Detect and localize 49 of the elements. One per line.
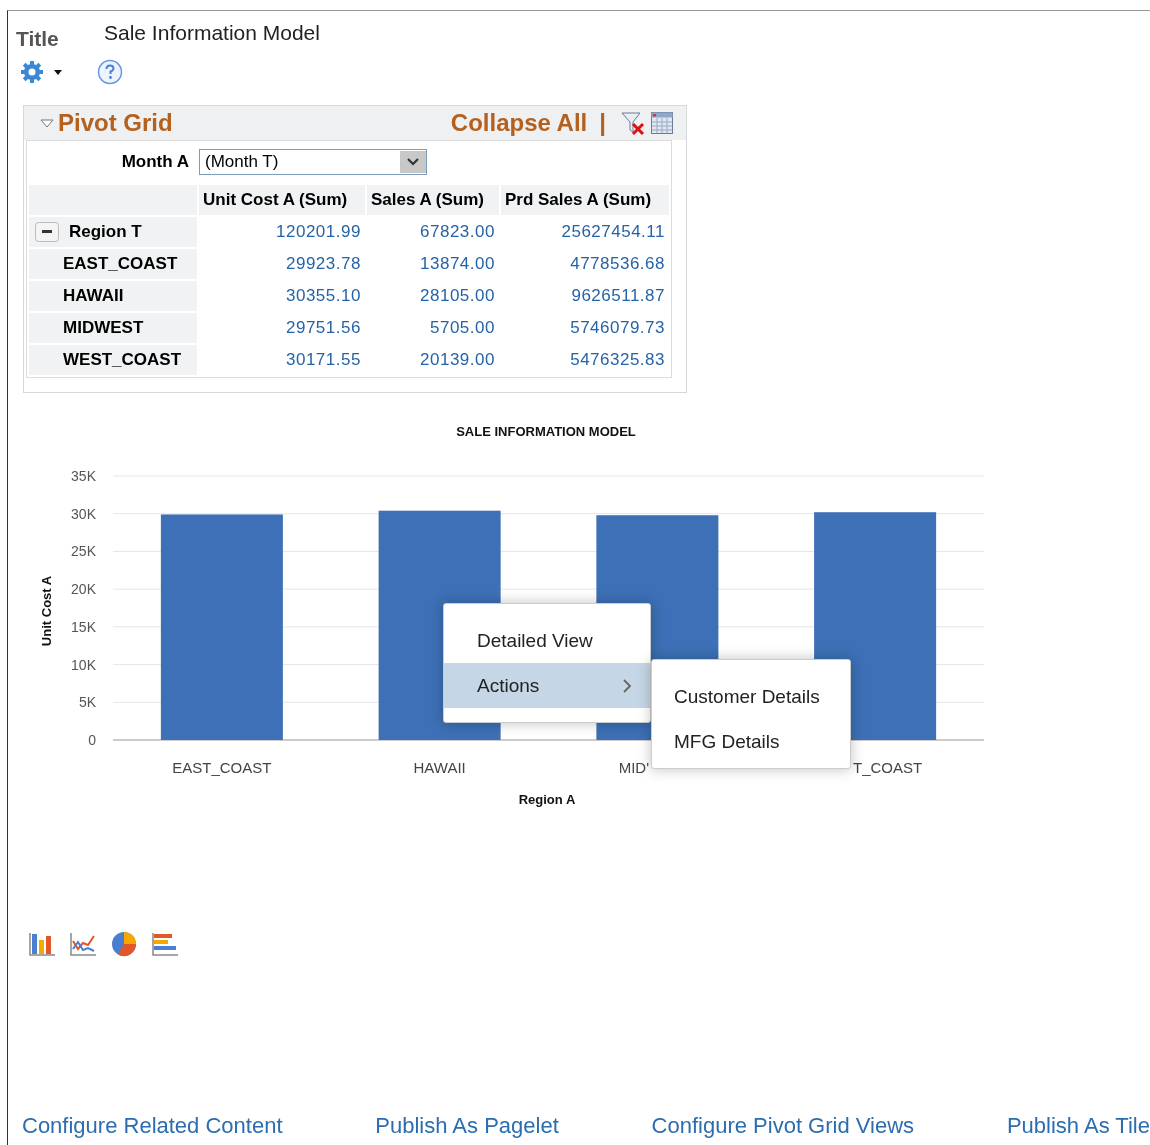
footer-link[interactable]: Publish As Pagelet xyxy=(375,1113,559,1139)
settings-icon[interactable] xyxy=(20,60,62,84)
x-tick-label: HAWAII xyxy=(413,759,466,776)
grid-icon[interactable] xyxy=(650,111,674,135)
bar-chart-icon[interactable] xyxy=(28,931,56,957)
y-tick-label: 15K xyxy=(71,618,96,635)
line-chart-icon[interactable] xyxy=(69,931,97,957)
month-dropdown[interactable]: (Month T) xyxy=(199,149,427,175)
pie-chart-icon[interactable] xyxy=(110,931,138,957)
x-tick-label: MID' xyxy=(618,759,649,776)
menu-item[interactable]: MFG Details xyxy=(652,719,850,764)
separator: | xyxy=(599,109,606,137)
x-tick-label: EAST_COAST xyxy=(172,759,272,776)
filter-label: Month A xyxy=(120,152,189,172)
y-axis-title: Unit Cost A xyxy=(39,575,54,647)
y-tick-label: 20K xyxy=(71,581,96,598)
footer-link[interactable]: Publish As Tile xyxy=(1006,1113,1150,1139)
row-header: MIDWEST xyxy=(28,312,198,344)
x-tick-label: T_COAST xyxy=(853,759,923,776)
column-header: Unit Cost A (Sum) xyxy=(198,184,366,216)
pivot-grid-title: Pivot Grid xyxy=(58,109,173,137)
collapse-icon[interactable] xyxy=(35,222,59,242)
collapse-triangle-icon[interactable] xyxy=(40,117,54,129)
y-tick-label: 5K xyxy=(78,694,96,711)
x-axis-title: Region A xyxy=(518,792,576,807)
row-header: EAST_COAST xyxy=(28,248,198,280)
row-header: WEST_COAST xyxy=(28,344,198,376)
clear-filter-icon[interactable] xyxy=(620,110,646,136)
y-tick-label: 35K xyxy=(71,468,96,484)
row-group-label: Region T xyxy=(69,222,142,242)
chart-title: SALE INFORMATION MODEL xyxy=(456,424,636,439)
footer-link[interactable]: Configure Related Content xyxy=(22,1113,283,1139)
footer-link[interactable]: Configure Pivot Grid Views xyxy=(651,1113,915,1139)
chevron-right-icon xyxy=(622,677,632,694)
horizontal-bar-chart-icon[interactable] xyxy=(151,931,179,957)
column-header: Prd Sales A (Sum) xyxy=(499,184,670,216)
y-tick-label: 25K xyxy=(71,543,96,560)
menu-item[interactable]: Actions xyxy=(444,663,650,708)
collapse-all-link[interactable]: Collapse All xyxy=(450,109,588,137)
title-label: Title xyxy=(16,27,60,51)
y-tick-label: 10K xyxy=(71,656,96,673)
y-tick-label: 30K xyxy=(71,505,96,522)
help-icon[interactable] xyxy=(97,59,123,85)
title-value: Sale Information Model xyxy=(104,21,320,45)
menu-item[interactable]: Customer Details xyxy=(652,674,850,719)
column-header: Sales A (Sum) xyxy=(365,184,500,216)
y-tick-label: 0 xyxy=(88,732,96,748)
menu-item[interactable]: Detailed View xyxy=(444,618,650,663)
row-header: HAWAII xyxy=(28,280,198,312)
